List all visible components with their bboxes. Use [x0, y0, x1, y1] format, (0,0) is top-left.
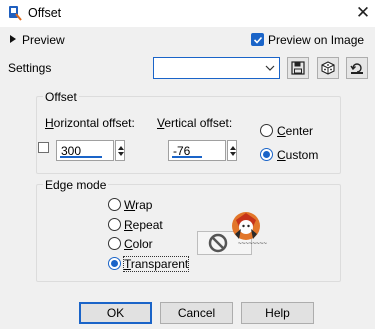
reset-arrow-icon	[350, 63, 363, 74]
vertical-offset-spinner[interactable]	[227, 140, 237, 161]
horizontal-offset-label: Horizontal offset:	[45, 116, 135, 130]
watermark-text: ~~~~~~~~	[238, 240, 267, 247]
spin-down-icon	[118, 152, 124, 156]
transparent-radio[interactable]	[108, 257, 121, 270]
expand-triangle-icon	[10, 35, 16, 43]
spin-up-icon	[230, 146, 236, 150]
close-icon[interactable]: ✕	[352, 2, 374, 24]
spin-down-icon	[230, 152, 236, 156]
link-offsets-checkbox[interactable]	[38, 142, 49, 153]
reset-button[interactable]	[346, 57, 368, 79]
center-radio[interactable]	[260, 124, 273, 137]
wrap-radio[interactable]	[108, 198, 121, 211]
checkmark-icon	[253, 36, 263, 44]
edge-mode-group	[36, 184, 341, 282]
horizontal-offset-spinner[interactable]	[115, 140, 125, 161]
dice-icon	[321, 61, 335, 75]
repeat-label[interactable]: Repeat	[124, 218, 163, 232]
cancel-button[interactable]: Cancel	[160, 302, 233, 324]
preview-on-image-checkbox[interactable]	[251, 33, 264, 46]
save-preset-button[interactable]	[287, 57, 309, 79]
chevron-down-icon	[265, 65, 275, 71]
randomize-button[interactable]	[317, 57, 339, 79]
settings-label: Settings	[8, 61, 52, 75]
preview-on-image-label[interactable]: Preview on Image	[268, 33, 364, 47]
custom-label[interactable]: Custom	[277, 148, 318, 162]
center-label[interactable]: Center	[277, 124, 313, 138]
wrap-label[interactable]: Wrap	[124, 198, 152, 212]
repeat-radio[interactable]	[108, 218, 121, 231]
vertical-offset-label: Vertical offset:	[157, 116, 233, 130]
watermark-logo-icon	[232, 212, 260, 240]
app-brush-icon	[9, 6, 22, 21]
transparent-label[interactable]: Transparent	[122, 256, 190, 272]
vertical-offset-input[interactable]: -76	[168, 140, 226, 161]
horizontal-offset-input[interactable]: 300	[56, 140, 114, 161]
title-bar: Offset ✕	[0, 0, 375, 27]
window-title: Offset	[28, 6, 62, 20]
offset-group-title: Offset	[43, 90, 79, 104]
floppy-disk-icon	[291, 61, 305, 75]
spin-up-icon	[118, 146, 124, 150]
no-color-icon	[208, 233, 228, 253]
color-radio[interactable]	[108, 237, 121, 250]
help-button[interactable]: Help	[241, 302, 314, 324]
preview-toggle[interactable]: Preview	[10, 33, 65, 47]
ok-button[interactable]: OK	[79, 302, 152, 324]
color-label[interactable]: Color	[124, 237, 153, 251]
custom-radio[interactable]	[260, 148, 273, 161]
settings-dropdown[interactable]	[153, 57, 280, 79]
preview-label: Preview	[22, 33, 65, 47]
edge-mode-group-title: Edge mode	[43, 178, 109, 192]
